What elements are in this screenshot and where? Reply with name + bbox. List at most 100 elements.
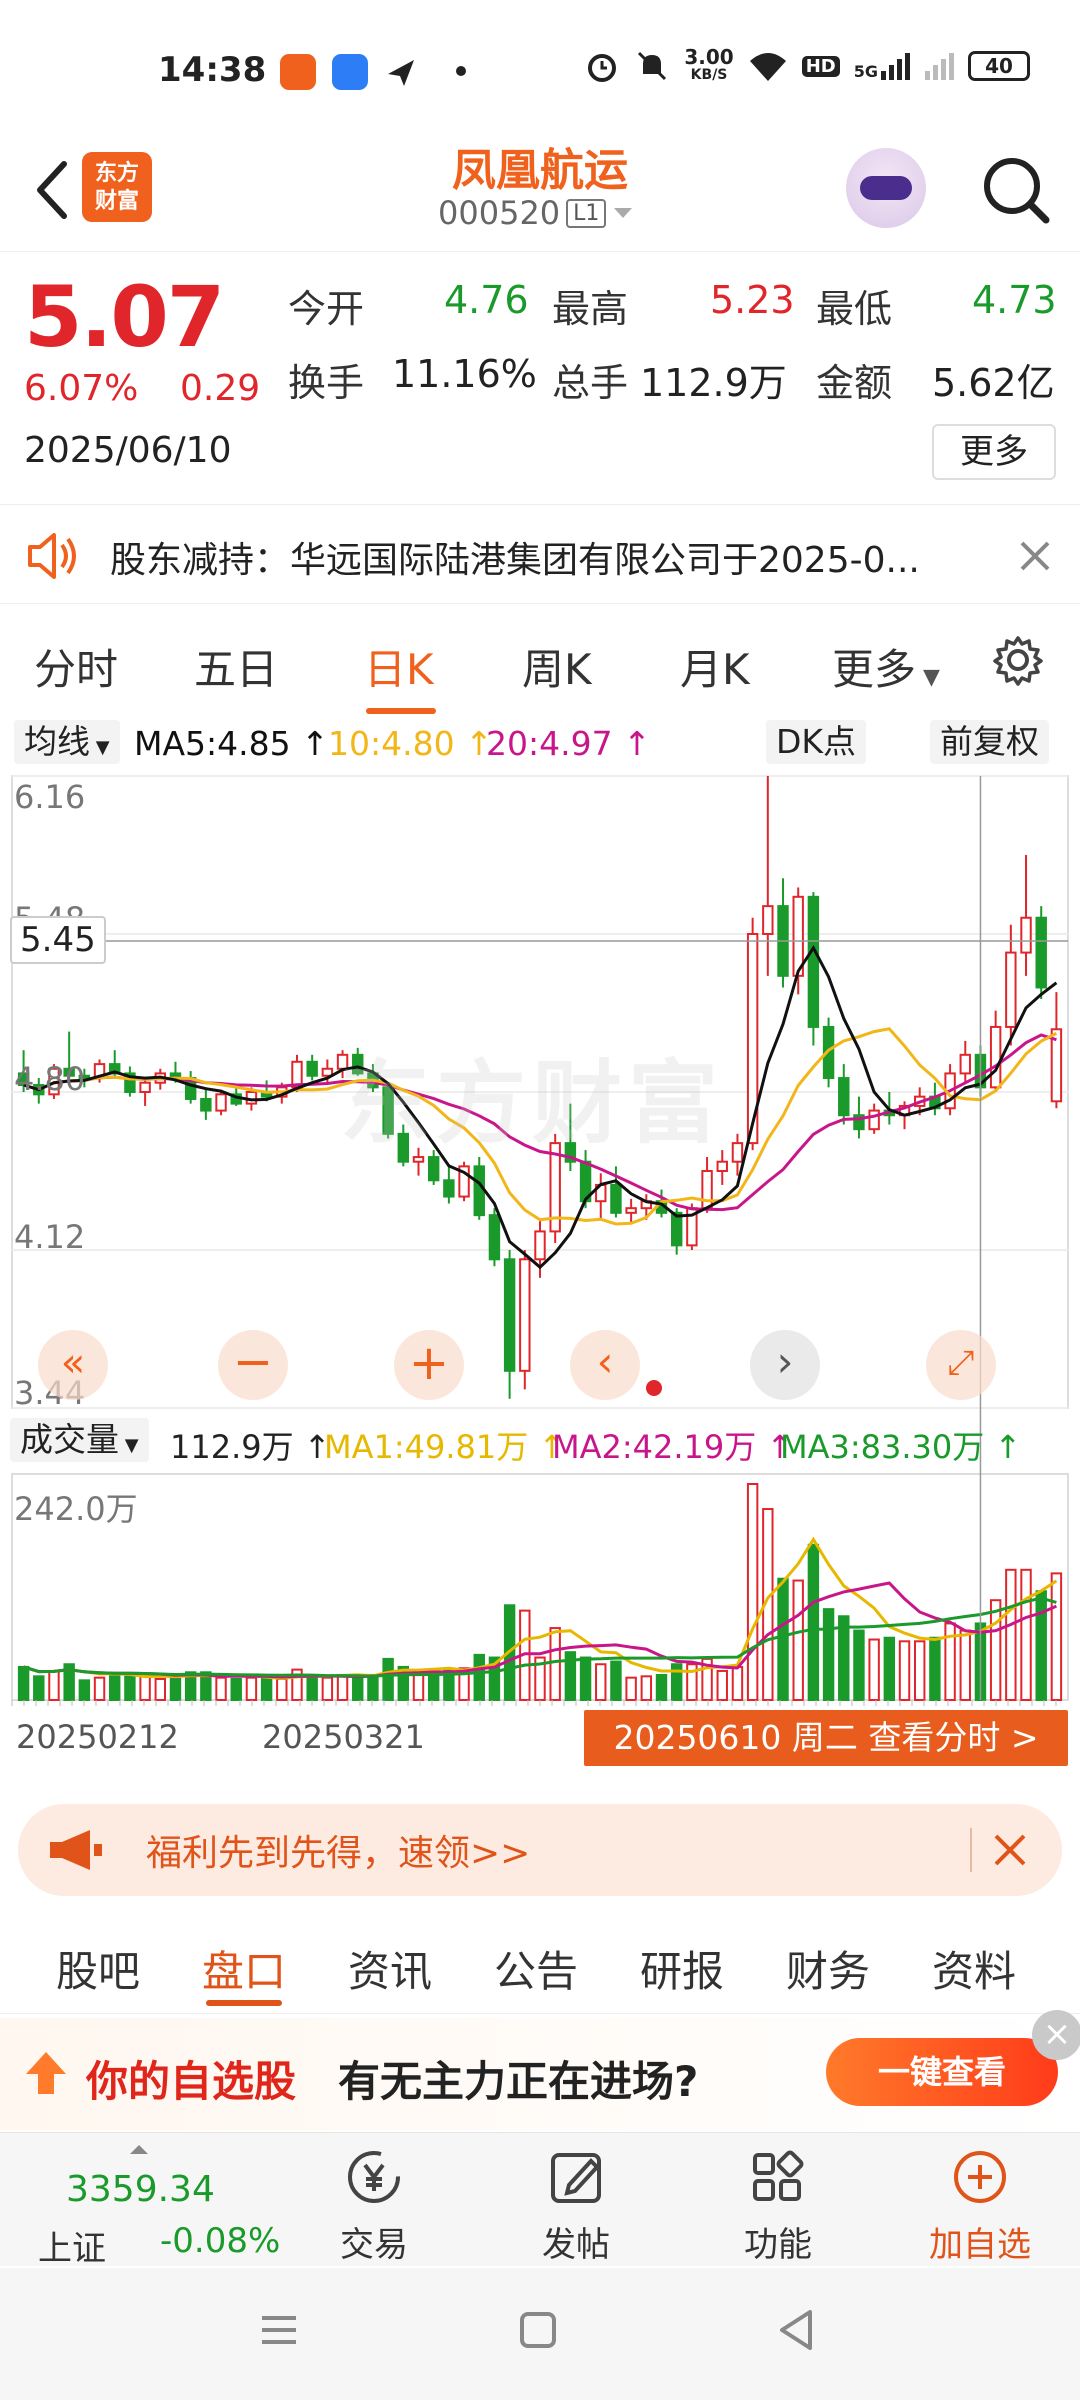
caret-up-icon: [130, 2145, 148, 2154]
volume-bar: [1035, 1590, 1047, 1701]
vol-ma2: MA2:42.19万 ↑: [552, 1428, 794, 1466]
candle-body: [139, 1081, 151, 1094]
check-now-button[interactable]: 一键查看: [826, 2038, 1058, 2106]
y-tick-label: 4.80: [14, 1060, 86, 1098]
volume-axis-top: 242.0万: [14, 1490, 138, 1528]
home-icon[interactable]: [518, 2310, 558, 2350]
candle-body: [838, 1077, 850, 1117]
candle-body: [503, 1258, 516, 1372]
candle-body: [807, 895, 820, 1028]
megaphone-icon: [50, 1830, 102, 1870]
y-tick-label: 6.16: [14, 778, 86, 816]
close-icon[interactable]: ×: [1032, 2010, 1080, 2060]
volume-bar: [215, 1676, 227, 1701]
candle-body: [989, 1025, 1002, 1089]
volume-bar: [640, 1675, 653, 1701]
event-marker-dot[interactable]: [646, 1380, 662, 1396]
volume-bar: [868, 1638, 880, 1702]
volume-bar: [321, 1676, 334, 1701]
candle-body: [473, 1165, 485, 1217]
volume-bar: [412, 1673, 425, 1701]
candle-body: [868, 1109, 880, 1131]
volume-bar: [230, 1677, 242, 1701]
menu-icon[interactable]: [258, 2310, 300, 2350]
volume-bar: [154, 1677, 166, 1701]
volume-bar: [777, 1577, 789, 1701]
nav-functions[interactable]: 功能: [718, 2147, 838, 2266]
volume-bar: [989, 1599, 1002, 1702]
view-intraday-button[interactable]: 20250610 周二 查看分时 >: [584, 1710, 1068, 1766]
arrow-up-icon: [26, 2052, 66, 2094]
back-icon[interactable]: [776, 2308, 816, 2352]
tab-profile[interactable]: 资料: [932, 1938, 1016, 1999]
volume-bar: [352, 1673, 364, 1701]
candle-body: [762, 905, 774, 936]
candle-body: [306, 1060, 318, 1077]
volume-bar: [382, 1657, 394, 1701]
close-icon[interactable]: [990, 1830, 1030, 1870]
volume-bar: [746, 1483, 759, 1701]
volume-bar: [109, 1675, 121, 1701]
indicator-selector[interactable]: 成交量 ▼: [10, 1418, 149, 1462]
volume-bar: [260, 1677, 273, 1701]
vol-ma3: MA3:83.30万 ↑: [780, 1428, 1022, 1466]
index-value: 3359.34: [66, 2169, 215, 2210]
candle-body: [670, 1211, 683, 1247]
tab-order-book[interactable]: 盘口: [202, 1938, 286, 1999]
index-change: -0.08%: [160, 2221, 281, 2261]
nav-post[interactable]: 发帖: [516, 2147, 636, 2266]
volume-bar: [716, 1669, 728, 1702]
zoom-in-button[interactable]: +: [394, 1330, 464, 1400]
candle-body: [625, 1207, 637, 1214]
scroll-left-fast-button[interactable]: «: [38, 1330, 108, 1400]
candle-body: [716, 1160, 728, 1173]
next-bar-button[interactable]: ›: [750, 1330, 820, 1400]
y-tick-label: 4.12: [14, 1218, 86, 1256]
nav-trade[interactable]: 交易: [314, 2147, 434, 2266]
volume-bar: [610, 1660, 622, 1701]
candle-body: [534, 1230, 546, 1261]
tab-finance[interactable]: 财务: [786, 1938, 870, 1999]
tab-forum[interactable]: 股吧: [56, 1938, 140, 1999]
kline-chart[interactable]: [0, 0, 1080, 1800]
candle-body: [200, 1097, 212, 1112]
volume-bar: [78, 1679, 91, 1701]
previous-bar-button[interactable]: ‹: [570, 1330, 640, 1400]
volume-bar: [914, 1640, 926, 1702]
vol-ma1: MA1:49.81万 ↑: [324, 1428, 566, 1466]
bottom-nav: 3359.34 上证 -0.08% 交易 发帖 功能 加自选: [0, 2132, 1080, 2269]
volume-bar: [367, 1673, 379, 1701]
volume-bar: [124, 1672, 136, 1701]
volume-bar: [245, 1676, 258, 1701]
add-circle-icon: [954, 2151, 1006, 2203]
volume-bar: [579, 1656, 592, 1701]
zoom-out-button[interactable]: −: [218, 1330, 288, 1400]
volume-bar: [169, 1677, 182, 1701]
candle-body: [519, 1258, 531, 1372]
candle-body: [488, 1214, 501, 1261]
volume-bar: [822, 1608, 835, 1701]
tab-announcements[interactable]: 公告: [494, 1938, 578, 1999]
promo-banner[interactable]: 福利先到先得，速领>>: [18, 1804, 1062, 1896]
volume-bar: [595, 1663, 607, 1702]
divider: [970, 1828, 972, 1872]
promo-text: 有无主力正在进场?: [338, 2057, 699, 2106]
nav-add-watchlist[interactable]: 加自选: [920, 2147, 1040, 2266]
volume-bar: [336, 1673, 349, 1701]
watermark: 东方财富: [340, 1051, 724, 1156]
volume-legend: 成交量 ▼ 112.9万 ↑ MA1:49.81万 ↑ MA2:42.19万 ↑…: [0, 1418, 1080, 1468]
candle-body: [959, 1053, 971, 1075]
tab-research[interactable]: 研报: [640, 1938, 724, 1999]
volume-bar: [306, 1675, 318, 1701]
watchlist-promo[interactable]: 你的自选股 有无主力正在进场? 一键查看 ×: [0, 2010, 1080, 2130]
promo-highlight: 你的自选股: [86, 2057, 297, 2106]
candle-body: [1035, 916, 1047, 989]
volume-bar: [549, 1627, 561, 1702]
fullscreen-button[interactable]: ⤢: [926, 1330, 996, 1400]
volume-bar: [1050, 1572, 1063, 1701]
volume-bar: [1020, 1568, 1032, 1701]
caret-down-icon: ▼: [119, 1435, 139, 1456]
volume-bar: [276, 1677, 288, 1701]
edit-icon: [551, 2153, 601, 2203]
tab-news[interactable]: 资讯: [348, 1938, 432, 1999]
